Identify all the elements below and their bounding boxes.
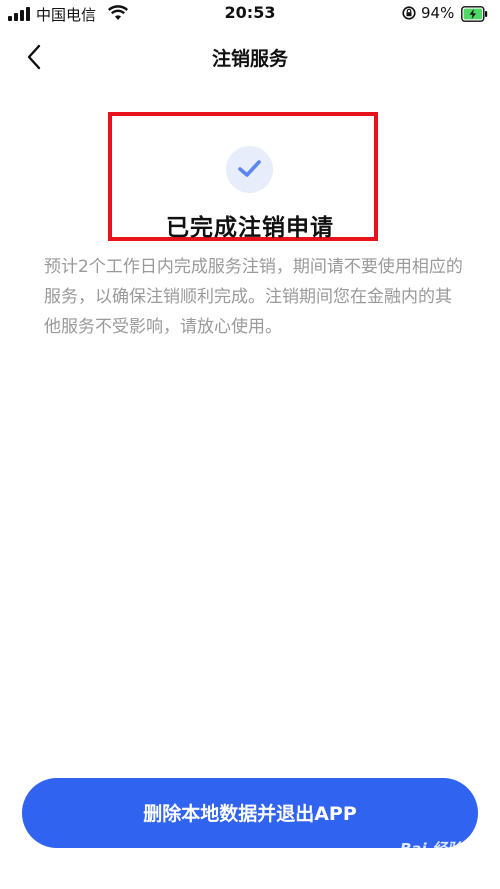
success-title: 已完成注销申请: [166, 215, 334, 241]
battery-charging-icon: [461, 6, 488, 22]
page-title: 注销服务: [211, 48, 288, 70]
battery-percent: 94%: [421, 4, 455, 22]
check-icon: [238, 160, 261, 177]
status-bar: 中国电信 20:53 94%: [0, 0, 500, 30]
description-text: 预计2个工作日内完成服务注销，期间请不要使用相应的服务，以确保注销顺利完成。注销…: [44, 257, 463, 337]
watermark-text: Bai 经验: [400, 840, 462, 858]
rotation-lock-icon: [402, 6, 416, 20]
success-check-badge: [226, 146, 273, 193]
